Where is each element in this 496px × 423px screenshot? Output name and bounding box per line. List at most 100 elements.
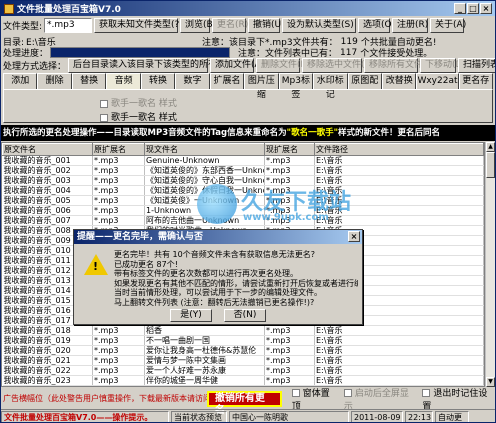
delete-file-button[interactable]: 删除文件(D) — [256, 58, 311, 73]
filetype-label: 文件类型: — [3, 22, 43, 32]
table-cell: 我收藏的音乐_006 — [2, 205, 93, 216]
dialog-close-button[interactable]: × — [348, 231, 360, 242]
option-1-label: 歌手一歌名 样式 — [111, 99, 177, 109]
table-row[interactable]: 我收藏的音乐_021 *.mp3 爱情与梦一陈中文集画 *.mp3 E:\音乐 — [2, 355, 484, 366]
table-row[interactable]: 我收藏的音乐_023 *.mp3 伴你的城堡一周华健 *.mp3 E:\音乐 — [2, 375, 484, 386]
scroll-up-arrow[interactable]: ▲ — [486, 142, 495, 152]
dialog-no-button[interactable]: 否(N) — [224, 309, 266, 322]
tab-strip: 添加 删除 替换 音频 转换 数字 扩展名 图片压缩 Mp3标签 水印标记 原图配 改替换 Wxy22a… — [3, 73, 493, 100]
tab-2[interactable]: 删除 — [37, 73, 72, 89]
load-dir-button[interactable]: 后台目录读入该目录下该类型的所有文件(D) — [68, 58, 249, 73]
column-header[interactable]: 现扩展名 — [264, 143, 315, 156]
table-row[interactable]: 我收藏的音乐_006 *.mp3 1-Unknown *.mp3 E:\音乐 — [2, 205, 484, 216]
warning-line: 广告横幅位（此处警告用户慎重操作，下载最新版本请访问官网） — [3, 394, 207, 403]
window-title: 文件批量处理百宝箱V7.0 — [17, 5, 121, 15]
scroll-thumb[interactable] — [486, 152, 495, 178]
table-row[interactable]: 我收藏的音乐_019 *.mp3 不一唱一曲剧一国 *.mp3 E:\音乐 — [2, 335, 484, 346]
column-header[interactable]: 原扩展名 — [92, 143, 145, 156]
filetype-select[interactable]: *.mp3 — [44, 18, 93, 33]
table-row[interactable]: 我收藏的音乐_001 *.mp3 Genuine-Unknown *.mp3 E:\音乐 — [2, 155, 484, 166]
grid-header-row: 原文件名 原扩展名 现文件名 现扩展名 文件路径 — [2, 143, 484, 156]
table-row[interactable]: 我收藏的音乐_018 *.mp3 稻香 *.mp3 E:\音乐 — [2, 325, 484, 336]
table-row[interactable]: 我收藏的音乐_004*.mp3《知道英俊的》休假日我一Unknown*.mp3E… — [2, 185, 484, 196]
dialog-yes-button[interactable]: 是(Y) — [170, 309, 212, 322]
add-file-button[interactable]: 添加文件(A) — [210, 58, 264, 73]
fullscreen-checkbox[interactable] — [343, 389, 352, 397]
table-cell: 稻香 — [144, 325, 265, 336]
option-row-2[interactable]: 歌手一歌名 样式 — [100, 110, 177, 123]
checkbox-1[interactable] — [100, 99, 108, 108]
scan-list-button[interactable]: 扫描列表(S) — [458, 58, 495, 73]
tab-4[interactable]: 音频 — [106, 73, 141, 89]
detect-type-button[interactable]: 获取未知文件类型(?) — [94, 18, 183, 33]
remember-checkbox[interactable] — [422, 389, 431, 397]
app-window: 文件批量处理百宝箱V7.0 _ □ × 文件类型: *.mp3 获取未知文件类型… — [0, 0, 496, 423]
table-cell: 我收藏的音乐_022 — [2, 365, 93, 376]
topmost-option[interactable]: 窗体置顶 — [291, 386, 338, 412]
tab-12[interactable]: 改替换 — [381, 73, 417, 89]
options-button[interactable]: 选项(O) — [358, 18, 395, 33]
undo-all-button[interactable]: 撤销所有更名 — [206, 390, 282, 416]
tab-6[interactable]: 数字 — [175, 73, 210, 89]
table-cell: E:\音乐 — [314, 175, 484, 186]
tab-8[interactable]: 图片压缩 — [244, 73, 279, 100]
tab-7[interactable]: 扩展名 — [209, 73, 245, 89]
table-cell: *.mp3 — [92, 385, 145, 386]
status-hint: 文件批量处理百宝箱V7.0——操作提示。 — [1, 410, 169, 422]
register-button[interactable]: 注册(R) — [392, 18, 428, 33]
tab-11[interactable]: 原图配 — [347, 73, 382, 89]
tab-10[interactable]: 水印标记 — [313, 73, 348, 100]
move-down-button[interactable]: 下移动(D) — [420, 58, 466, 73]
topmost-checkbox[interactable] — [291, 389, 300, 397]
status-date: 2011-08-09 — [351, 410, 403, 422]
table-row[interactable]: 我收藏的音乐_022 *.mp3 爱一个人好难一苏永康 *.mp3 E:\音乐 — [2, 365, 484, 376]
table-cell: *.mp3 — [92, 335, 145, 346]
tab-13[interactable]: Wxy22at — [416, 73, 459, 89]
undo-button[interactable]: 撤销(U) — [248, 18, 285, 33]
rename-button[interactable]: 更名(R) — [212, 18, 248, 33]
table-row[interactable]: 我收藏的音乐_003*.mp3《知道英俊的》守心自我一Unknown*.mp3E… — [2, 175, 484, 186]
warning-exclamation-icon: ! — [93, 260, 99, 273]
table-cell: *.mp3 — [92, 355, 145, 366]
table-cell: E:\音乐 — [314, 375, 484, 386]
confirm-dialog: 提醒——更名完毕，需确认与否 × ! 更名完毕！共有 10个音频文件未含有获取信… — [73, 229, 363, 325]
browse-button[interactable]: 浏览(B) — [180, 18, 216, 33]
table-row[interactable]: 我收藏的音乐_007 *.mp3 阿布的吉他曲一Unknown *.mp3 E:\音乐 — [2, 215, 484, 226]
tab-3[interactable]: 替换 — [71, 73, 107, 89]
table-row[interactable]: 我收藏的音乐_005 *.mp3 《知道英俊》一Unknown *.mp3 E:\音乐 — [2, 195, 484, 206]
dialog-title-bar: 提醒——更名完毕，需确认与否 × — [74, 230, 362, 244]
tab-5[interactable]: 转换 — [140, 73, 176, 89]
operation-banner: 执行所选的更名处理操作——目录读取MP3音频文件的Tag信息来重命名为"歌名一歌… — [1, 125, 495, 141]
remove-selected-button[interactable]: 移除选中文件(E) — [302, 58, 374, 73]
about-button[interactable]: 关于(A) — [430, 18, 466, 33]
vertical-scrollbar[interactable]: ▲ ▼ — [485, 142, 495, 387]
fullscreen-option[interactable]: 启动后全屏显示 — [343, 386, 417, 412]
table-cell: *.mp3 — [92, 325, 145, 336]
table-cell: 我收藏的音乐_004 — [2, 185, 93, 196]
column-header[interactable]: 原文件名 — [2, 143, 93, 156]
checkbox-2[interactable] — [100, 113, 108, 122]
tab-9[interactable]: Mp3标签 — [278, 73, 314, 100]
dialog-message: 更名完毕！共有 10个音频文件未含有获取信息无法更名? 已成功更名 87个! 带有标… — [114, 250, 358, 307]
maximize-button[interactable]: □ — [467, 3, 479, 14]
banner-prefix: 执行所选的更名处理操作——目录读取MP3音频文件的Tag信息来重命名为 — [3, 128, 287, 138]
table-cell: *.mp3 — [92, 205, 145, 216]
status-bar: 文件批量处理百宝箱V7.0——操作提示。 当前状态预览 中国心一陈明歌 2011… — [1, 409, 495, 422]
close-button[interactable]: × — [480, 3, 492, 14]
tab-1[interactable]: 添加 — [3, 73, 38, 89]
option-row-1[interactable]: 歌手一歌名 样式 — [100, 96, 177, 109]
table-row[interactable]: 我收藏的音乐_020 *.mp3 爱你让我身高一杜德伟&苏慧伦 *.mp3 E:\音乐 — [2, 345, 484, 356]
column-header[interactable]: 文件路径 — [314, 143, 484, 156]
set-default-type-button[interactable]: 设为默认类型(S) — [282, 18, 357, 33]
table-cell: 伴你的城堡一周华健 — [144, 375, 265, 386]
table-row[interactable]: 我收藏的音乐_002*.mp3《知道英俊的》东部西香一Unknown*.mp3E… — [2, 165, 484, 176]
remove-all-button[interactable]: 移除所有文件(X) — [364, 58, 436, 73]
table-cell: 我收藏的音乐_023 — [2, 375, 93, 386]
minimize-button[interactable]: _ — [454, 3, 466, 14]
remember-option[interactable]: 退出时记住设置 — [422, 386, 495, 412]
tab-14[interactable]: 更名存 — [458, 73, 493, 89]
table-cell: *.mp3 — [264, 175, 315, 186]
table-cell: *.mp3 — [264, 345, 315, 356]
table-cell: *.mp3 — [92, 345, 145, 356]
column-header[interactable]: 现文件名 — [144, 143, 265, 156]
